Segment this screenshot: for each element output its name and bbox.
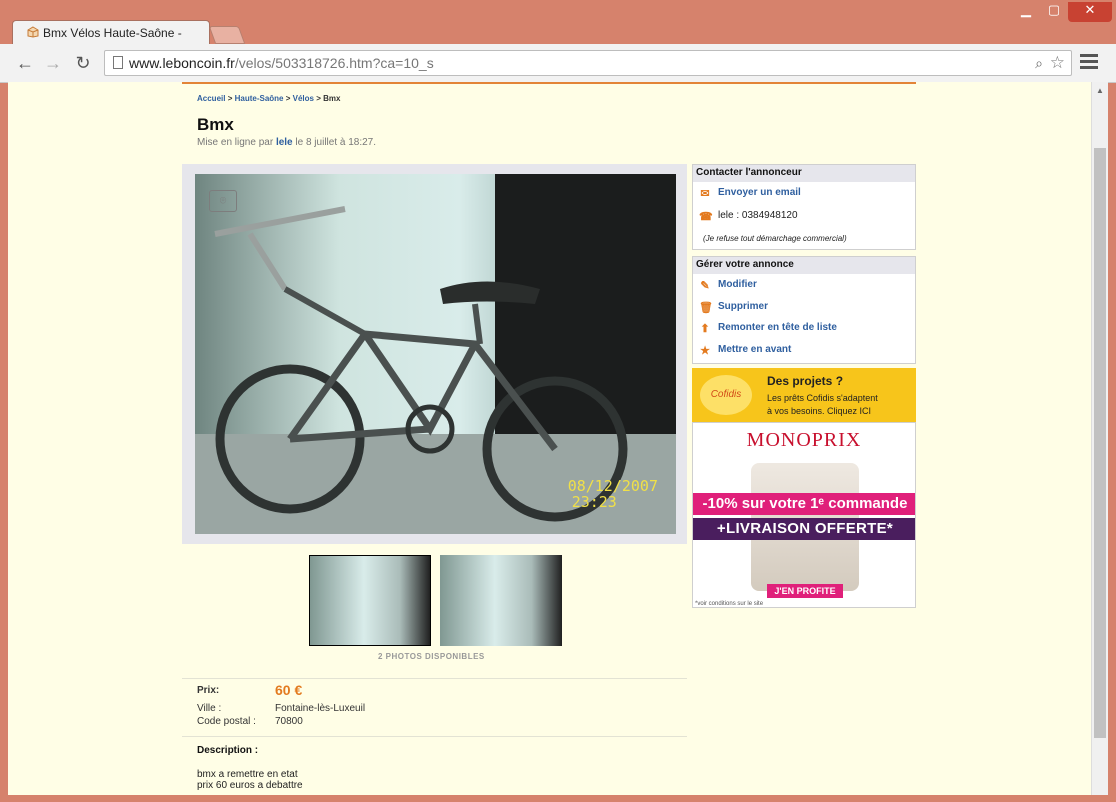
address-bar[interactable]: www.leboncoin.fr/velos/503318726.htm?ca=…	[104, 50, 1072, 76]
url-path: /velos/503318726.htm?ca=10_s	[234, 55, 434, 71]
manage-title: Gérer votre annonce	[693, 257, 915, 274]
photo-thumbnail-1[interactable]	[309, 555, 431, 646]
breadcrumb-sep: >	[225, 94, 235, 103]
bump-label: Remonter en tête de liste	[718, 322, 837, 333]
feature-link[interactable]: ★ Mettre en avant	[699, 344, 792, 357]
url-text[interactable]: www.leboncoin.fr/velos/503318726.htm?ca=…	[129, 55, 434, 71]
vertical-scrollbar[interactable]: ▲	[1091, 82, 1108, 795]
browser-toolbar: ← → ↻ www.leboncoin.fr/velos/503318726.h…	[0, 44, 1116, 83]
bookmark-star-icon[interactable]: ☆	[1050, 53, 1065, 73]
close-icon[interactable]: ✕	[1068, 2, 1112, 22]
back-arrow-icon[interactable]: ←	[14, 52, 36, 74]
trash-icon: 🗑	[699, 302, 713, 314]
description-text: bmx a remettre en etat prix 60 euros a d…	[197, 769, 303, 791]
monoprix-cta-button[interactable]: J'EN PROFITE	[767, 584, 843, 598]
description-title: Description :	[197, 745, 259, 756]
cofidis-heading: Des projets ?	[767, 374, 844, 388]
page-viewport: Accueil > Haute-Saône > Vélos > Bmx Bmx …	[8, 82, 1091, 795]
phone-number: 0384948120	[741, 210, 798, 221]
monoprix-fine-print: *voir conditions sur le site	[695, 601, 764, 607]
phone-icon: ☎	[699, 211, 713, 223]
send-email-label: Envoyer un email	[718, 187, 801, 198]
arrow-up-icon: ⬆	[700, 323, 710, 335]
star-icon: ★	[700, 345, 710, 357]
minimize-icon[interactable]: ▁	[1014, 2, 1038, 22]
monoprix-offer-delivery: +LIVRAISON OFFERTE*	[693, 518, 915, 540]
maximize-icon[interactable]: ▢	[1042, 2, 1066, 22]
camera-icon: ⌾	[209, 190, 237, 212]
edit-link[interactable]: ✎ Modifier	[699, 279, 757, 292]
divider	[182, 678, 687, 679]
posted-prefix: Mise en ligne par	[197, 137, 274, 148]
breadcrumb-sep: >	[313, 94, 324, 103]
photos-count: 2 PHOTOS DISPONIBLES	[378, 652, 485, 661]
postal-label: Code postal :	[197, 716, 256, 727]
monoprix-ad[interactable]: MONOPRIX -10% sur votre 1ᵉ commande +LIV…	[692, 422, 916, 608]
header-rule	[182, 82, 916, 84]
photo-thumbnail-2[interactable]	[440, 555, 562, 646]
monoprix-offer-discount: -10% sur votre 1ᵉ commande	[693, 493, 915, 515]
menu-icon[interactable]	[1080, 54, 1098, 72]
breadcrumb-sep: >	[283, 94, 293, 103]
postal-value: 70800	[275, 716, 303, 727]
manage-box: Gérer votre annonce ✎ Modifier 🗑 Supprimer…	[692, 256, 916, 364]
delete-link[interactable]: 🗑 Supprimer	[699, 301, 769, 314]
browser-tab[interactable]: Bmx Vélos Haute-Saône -	[12, 20, 210, 44]
city-value: Fontaine-lès-Luxeuil	[275, 703, 366, 714]
photo-time: 23:23	[571, 493, 617, 511]
delete-label: Supprimer	[718, 301, 769, 312]
reload-icon[interactable]: ↻	[72, 52, 94, 74]
edit-label: Modifier	[718, 279, 757, 290]
breadcrumb-category-link[interactable]: Vélos	[293, 94, 314, 103]
phone-row: ☎ lele : 0384948120	[699, 210, 798, 223]
posted-date: le 8 juillet à 18:27.	[295, 137, 377, 148]
pencil-icon: ✎	[700, 280, 710, 292]
no-solicitation-note: (Je refuse tout démarchage commercial)	[703, 234, 847, 243]
search-icon[interactable]: ⌕	[1035, 55, 1043, 72]
contact-name: lele :	[718, 210, 740, 221]
leboncoin-favicon-icon	[27, 26, 39, 38]
price-label: Prix:	[197, 685, 220, 696]
url-domain: www.leboncoin.fr	[129, 55, 235, 71]
posted-info: Mise en ligne par lele le 8 juillet à 18…	[197, 137, 376, 148]
envelope-icon: ✉	[700, 188, 710, 200]
main-photo[interactable]: ⌾ 08/12/2007 23:23	[195, 174, 676, 534]
feature-label: Mettre en avant	[718, 344, 792, 355]
contact-box: Contacter l'annonceur ✉ Envoyer un email …	[692, 164, 916, 250]
breadcrumb-region-link[interactable]: Haute-Saône	[235, 94, 284, 103]
cofidis-line2: à vos besoins. Cliquez ICI	[767, 406, 872, 416]
bump-link[interactable]: ⬆ Remonter en tête de liste	[699, 322, 837, 335]
city-label: Ville :	[197, 703, 222, 714]
scrollbar-thumb[interactable]	[1094, 148, 1106, 738]
photo-date: 08/12/2007	[567, 477, 658, 495]
price-value: 60 €	[275, 682, 303, 698]
new-tab-button[interactable]	[208, 26, 246, 44]
contact-title: Contacter l'annonceur	[693, 165, 915, 182]
scroll-up-icon[interactable]: ▲	[1096, 86, 1104, 95]
breadcrumb-current: Bmx	[323, 94, 341, 103]
browser-window: Bmx Vélos Haute-Saône - ▁ ▢ ✕ ← → ↻ www.…	[0, 0, 1116, 802]
send-email-link[interactable]: ✉ Envoyer un email	[699, 187, 801, 200]
divider	[182, 736, 687, 737]
seller-link[interactable]: lele	[276, 137, 293, 148]
page-title: Bmx	[197, 115, 234, 134]
cofidis-ad[interactable]: Cofidis Des projets ? Les prêts Cofidis …	[692, 368, 916, 422]
thumbnail-strip	[309, 555, 569, 648]
photo-datestamp: 08/12/2007 23:23	[568, 478, 658, 510]
page-icon	[113, 56, 123, 69]
cofidis-line1: Les prêts Cofidis s'adaptent	[767, 393, 878, 403]
breadcrumb-home-link[interactable]: Accueil	[197, 94, 225, 103]
breadcrumb: Accueil > Haute-Saône > Vélos > Bmx	[197, 94, 340, 103]
tab-title: Bmx Vélos Haute-Saône -	[43, 26, 182, 40]
cofidis-text: Les prêts Cofidis s'adaptent à vos besoi…	[767, 392, 878, 418]
tab-strip: Bmx Vélos Haute-Saône - ▁ ▢ ✕	[0, 0, 1116, 44]
monoprix-logo: MONOPRIX	[746, 429, 862, 451]
forward-arrow-icon[interactable]: →	[42, 52, 64, 74]
cofidis-logo: Cofidis	[700, 375, 752, 415]
